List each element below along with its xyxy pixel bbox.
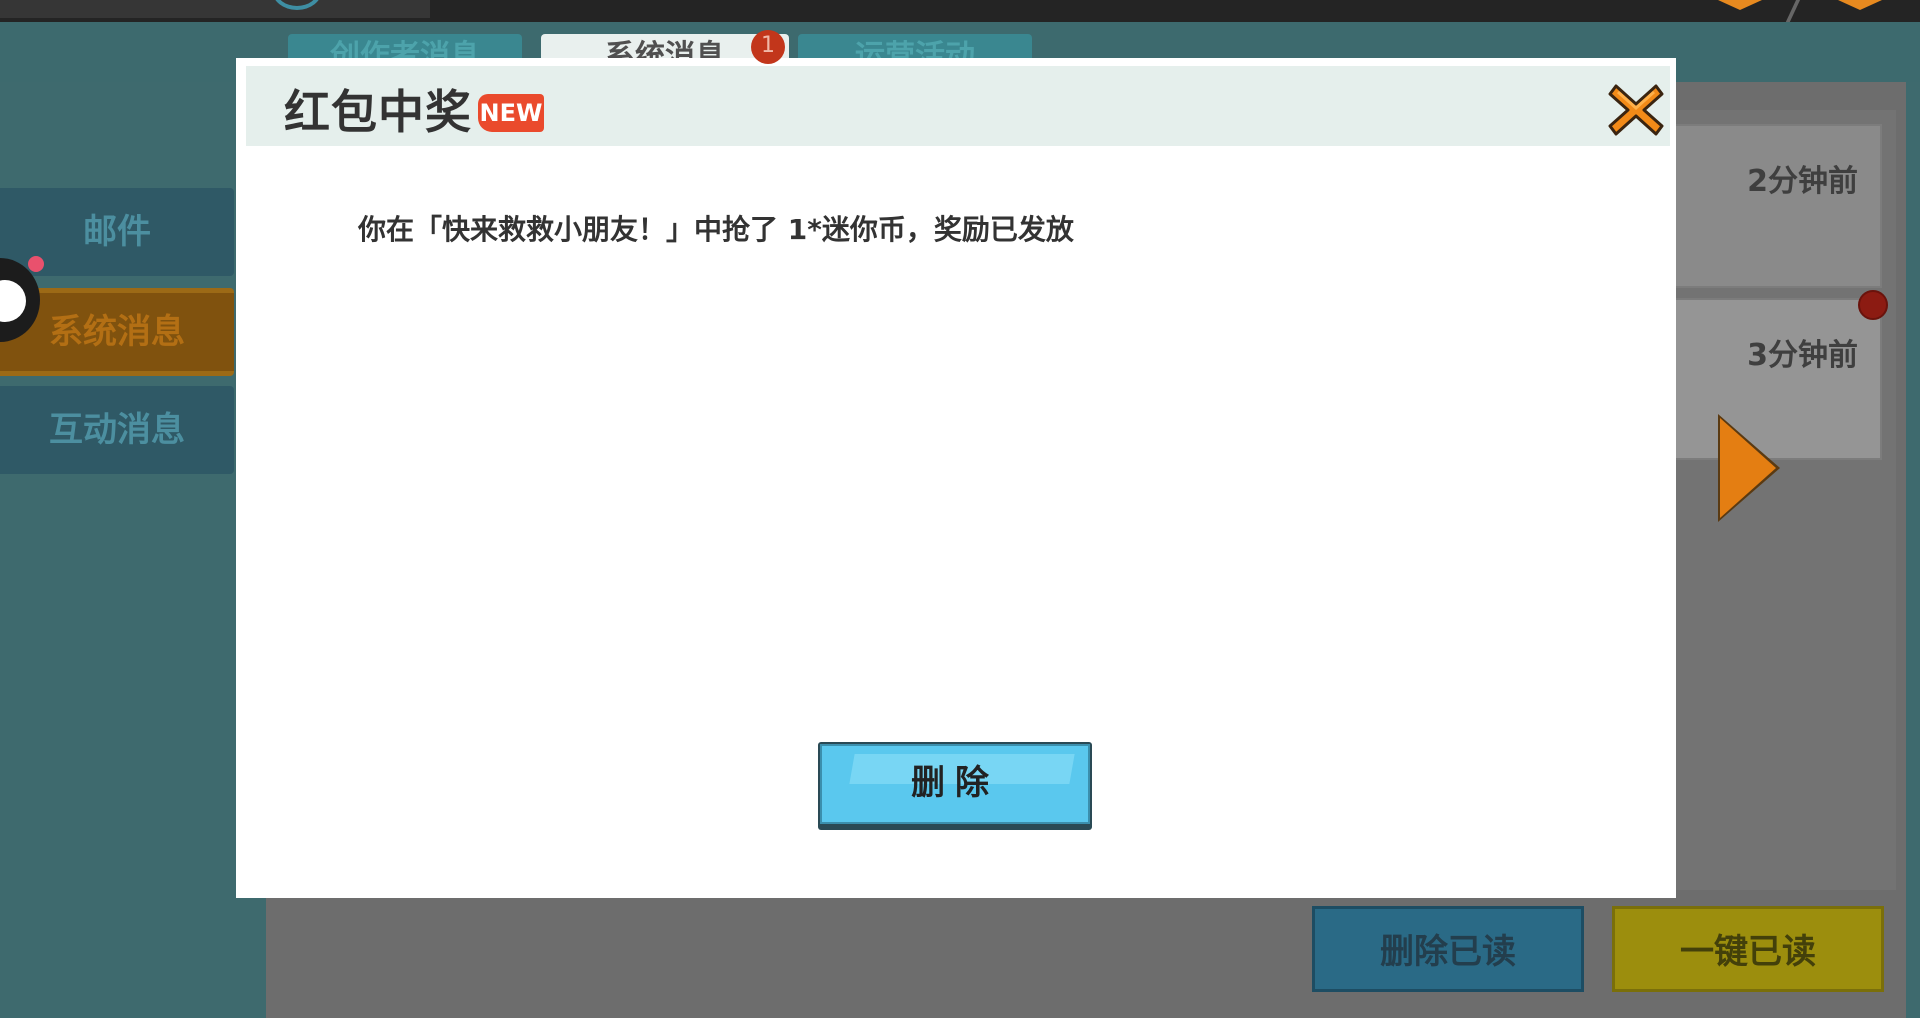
message-time: 3分钟前	[1747, 338, 1858, 373]
sidebar-notification-dot	[28, 256, 44, 272]
top-bar-orange-icon	[1718, 0, 1762, 10]
tab-unread-badge: 1	[751, 30, 785, 64]
top-bar-close-icon[interactable]	[1838, 0, 1882, 10]
dialog-message: 你在「快来救救小朋友！」中抢了 1*迷你币，奖励已发放	[358, 213, 1074, 246]
close-button[interactable]	[1608, 80, 1664, 140]
delete-read-button[interactable]: 删除已读	[1312, 906, 1584, 992]
message-time: 2分钟前	[1747, 164, 1858, 199]
new-badge: NEW	[478, 94, 544, 132]
delete-button-label: 删除	[911, 763, 999, 803]
dialog-header: 红包中奖 NEW	[246, 66, 1670, 146]
sidebar: 邮件 系统消息 互动消息	[0, 82, 262, 1018]
top-bar-segment	[0, 0, 430, 18]
mark-all-read-button[interactable]: 一键已读	[1612, 906, 1884, 992]
list-item[interactable]: 2分钟前	[1660, 124, 1882, 288]
close-x-icon	[1608, 84, 1664, 136]
dialog-title: 红包中奖	[284, 85, 472, 139]
top-bar	[0, 0, 1920, 26]
arrow-right-icon[interactable]	[1720, 418, 1776, 518]
sidebar-item-interaction-messages[interactable]: 互动消息	[0, 386, 234, 474]
delete-button[interactable]: 删除	[818, 742, 1092, 830]
message-dialog: 红包中奖 NEW 你在「快来救救小朋友！」中抢了 1*迷你币，奖励已发放 删除	[236, 58, 1676, 898]
unread-dot	[1858, 290, 1888, 320]
